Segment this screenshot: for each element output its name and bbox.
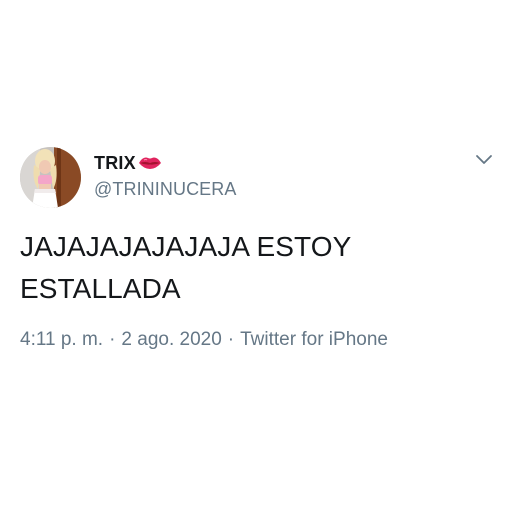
lips-kiss-icon xyxy=(138,155,162,171)
display-name[interactable]: TRIX xyxy=(94,153,136,174)
tweet-text-line: ESTALLADA xyxy=(20,273,181,304)
meta-separator: · xyxy=(227,329,235,350)
tweet-text-line: JAJAJAJAJAJAJA ESTOY xyxy=(20,231,352,262)
tweet-metadata: 4:11 p. m. · 2 ago. 2020 · Twitter for iPhon… xyxy=(20,329,388,351)
avatar-image xyxy=(20,147,81,208)
tweet-date[interactable]: 2 ago. 2020 xyxy=(121,329,221,350)
author-name-row[interactable]: TRIX xyxy=(94,152,162,174)
tweet-source[interactable]: Twitter for iPhone xyxy=(240,329,388,350)
user-handle[interactable]: @TRININUCERA xyxy=(94,179,236,200)
avatar[interactable] xyxy=(20,147,81,208)
meta-separator: · xyxy=(109,329,116,350)
chevron-down-icon[interactable] xyxy=(474,151,494,167)
tweet-card: TRIX @TRININUCERA JAJAJAJAJAJAJA ESTOY E… xyxy=(0,0,512,512)
tweet-text: JAJAJAJAJAJAJA ESTOY ESTALLADA xyxy=(20,226,490,310)
tweet-time[interactable]: 4:11 p. m. xyxy=(20,329,103,350)
